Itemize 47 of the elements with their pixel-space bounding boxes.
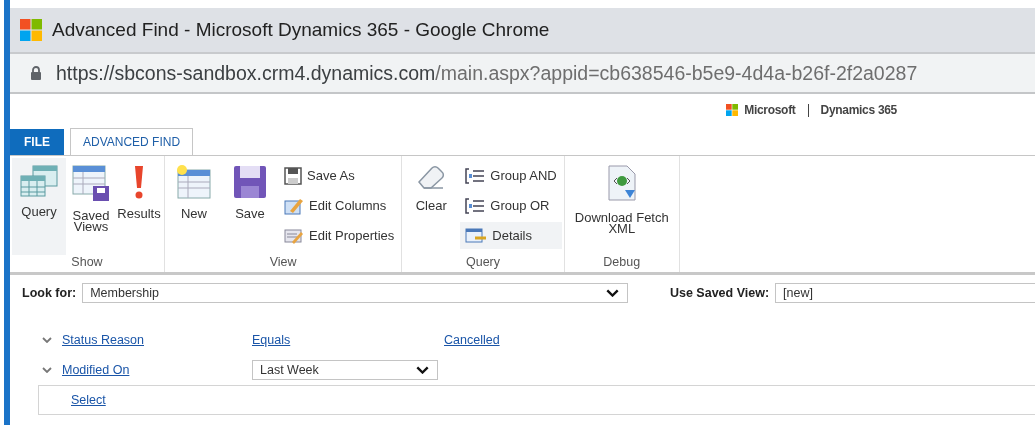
pencil-list-icon xyxy=(284,226,304,245)
exclamation-icon xyxy=(132,164,146,200)
eraser-icon xyxy=(416,164,447,192)
new-table-icon xyxy=(175,164,213,200)
ribbon-button[interactable]: Edit Columns xyxy=(279,192,400,219)
ribbon-button[interactable]: Results xyxy=(116,158,162,255)
company-name: Microsoft xyxy=(744,103,796,117)
windows-logo-icon xyxy=(20,19,42,41)
ribbon-button[interactable]: Clear xyxy=(404,158,459,255)
operator-link[interactable]: Equals xyxy=(252,333,291,347)
ribbon-button[interactable]: Group AND xyxy=(460,162,562,189)
pencil-table-icon xyxy=(284,196,304,215)
ribbon-button[interactable]: Save As xyxy=(279,162,400,189)
windows-logo-icon xyxy=(726,104,739,116)
bracket-list-icon xyxy=(465,167,486,184)
value-link[interactable]: Cancelled xyxy=(444,333,500,347)
entity-dropdown[interactable]: Membership xyxy=(82,283,628,303)
ribbon-tab[interactable]: ADVANCED FIND xyxy=(70,128,194,155)
field-link[interactable]: Modified On xyxy=(62,363,130,377)
lock-icon xyxy=(30,65,42,81)
operator-dropdown[interactable]: Last Week xyxy=(252,360,438,380)
ribbon-button[interactable]: New xyxy=(167,158,221,255)
field-label: Use Saved View: xyxy=(669,286,770,300)
ribbon-button[interactable]: Group OR xyxy=(460,192,562,219)
window-title: Advanced Find - Microsoft Dynamics 365 - Google Chrome xyxy=(52,19,550,41)
field-label: Look for: xyxy=(22,286,77,300)
ribbon-button[interactable]: Details xyxy=(460,222,562,249)
product-name: Dynamics 365 xyxy=(820,103,897,117)
ribbon-button[interactable]: Query xyxy=(12,158,66,255)
table-save-icon xyxy=(71,164,111,202)
group-label: View xyxy=(268,255,298,271)
group-label: Show xyxy=(70,255,104,271)
group-label: Query xyxy=(465,255,502,271)
ribbon-button[interactable]: Edit Properties xyxy=(279,222,400,249)
ribbon-button[interactable]: Save xyxy=(223,158,277,255)
bracket-list-icon xyxy=(465,197,486,214)
tables-icon xyxy=(19,164,59,198)
chevron-down-icon[interactable] xyxy=(416,366,429,374)
file-tab[interactable]: FILE xyxy=(10,129,64,155)
chevron-down-icon[interactable] xyxy=(605,289,619,297)
select-link[interactable]: Select xyxy=(71,393,106,407)
window-arrow-icon xyxy=(465,227,488,244)
saved-view-dropdown[interactable]: [new] xyxy=(775,283,1035,303)
field-link[interactable]: Status Reason xyxy=(62,333,144,347)
ribbon-button[interactable]: Saved Views xyxy=(68,158,114,255)
ribbon-button[interactable]: Download Fetch XML xyxy=(566,158,677,255)
group-label: Debug xyxy=(602,255,642,271)
